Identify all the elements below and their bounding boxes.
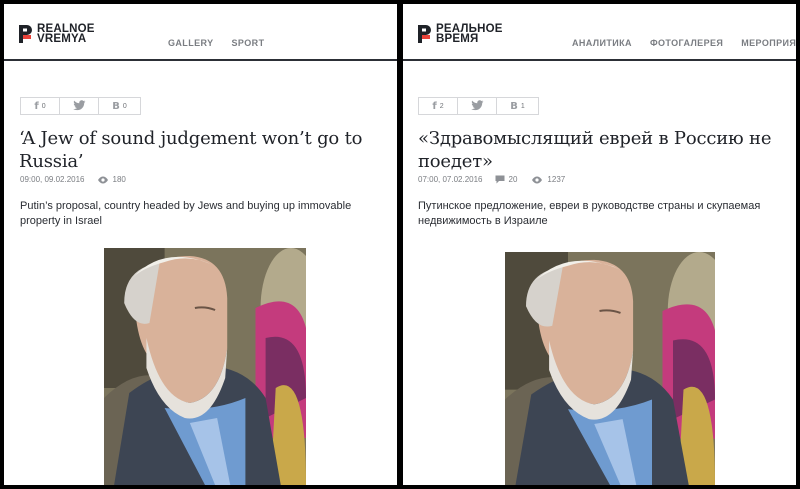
nav-item-gallery[interactable]: GALLERY: [168, 38, 213, 48]
twitter-icon: [72, 99, 86, 113]
article-headline: ‘A Jew of sound judgement won’t go to Ru…: [19, 128, 363, 172]
article-lead: Putin’s proposal, country headed by Jews…: [20, 200, 352, 227]
nav-item-sport[interactable]: SPORT: [231, 38, 264, 48]
site-header: REALNOE VREMYA GALLERY SPORT: [4, 4, 397, 61]
twitter-share-button[interactable]: [457, 97, 497, 115]
comments-count: 20: [508, 175, 518, 184]
vk-share-count: 0: [122, 102, 127, 110]
site-header: РЕАЛЬНОЕ ВРЕМЯ АНАЛИТИКА ФОТОГАЛЕРЕЯ МЕР…: [403, 4, 796, 61]
share-bar: f 0 B 0: [20, 97, 141, 115]
article-date: 09:00, 09.02.2016: [20, 175, 85, 184]
vk-share-button[interactable]: B 1: [496, 97, 539, 115]
facebook-icon: f: [34, 100, 39, 112]
main-nav: АНАЛИТИКА ФОТОГАЛЕРЕЯ МЕРОПРИЯТ: [572, 38, 796, 48]
logo-line2: ВРЕМЯ: [436, 33, 479, 45]
logo-mark-icon: [417, 24, 433, 44]
nav-item-photogallery[interactable]: ФОТОГАЛЕРЕЯ: [650, 38, 723, 48]
comments-stat[interactable]: 20: [495, 175, 518, 184]
nav-item-analytics[interactable]: АНАЛИТИКА: [572, 38, 632, 48]
twitter-icon: [470, 99, 484, 113]
vk-icon: B: [510, 100, 518, 112]
views-stat: 180: [97, 175, 126, 184]
comment-icon: [495, 175, 505, 184]
article-headline: «Здравомыслящий еврей в Россию не поедет…: [418, 128, 772, 172]
share-bar: f 2 B 1: [418, 97, 539, 115]
article-meta: 07:00, 07.02.2016 20 1237: [418, 175, 579, 184]
nav-item-events[interactable]: МЕРОПРИЯТ: [741, 38, 796, 48]
article-date: 07:00, 07.02.2016: [418, 175, 483, 184]
main-nav: GALLERY SPORT: [168, 38, 282, 48]
logo-line2: VREMYA: [37, 33, 87, 45]
views-count: 1237: [547, 175, 566, 184]
logo-mark-icon: [18, 24, 34, 44]
article-photo: [104, 248, 306, 485]
facebook-icon: f: [432, 100, 437, 112]
eye-icon: [97, 176, 108, 183]
article-panel-russian: РЕАЛЬНОЕ ВРЕМЯ АНАЛИТИКА ФОТОГАЛЕРЕЯ МЕР…: [403, 4, 796, 485]
article-lead: Путинское предложение, евреи в руководст…: [418, 200, 761, 227]
article-photo: [505, 252, 715, 485]
site-logo[interactable]: REALNOE VREMYA: [18, 23, 95, 45]
site-logo[interactable]: РЕАЛЬНОЕ ВРЕМЯ: [417, 23, 503, 45]
twitter-share-button[interactable]: [59, 97, 99, 115]
vk-icon: B: [112, 100, 120, 112]
facebook-share-button[interactable]: f 0: [20, 97, 60, 115]
facebook-share-count: 0: [41, 102, 46, 110]
views-stat: 1237: [531, 175, 565, 184]
facebook-share-button[interactable]: f 2: [418, 97, 458, 115]
article-meta: 09:00, 09.02.2016 180: [20, 175, 140, 184]
views-count: 180: [112, 175, 126, 184]
article-panel-english: REALNOE VREMYA GALLERY SPORT f 0 B 0 ‘A …: [4, 4, 397, 485]
vk-share-button[interactable]: B 0: [98, 97, 141, 115]
eye-icon: [532, 176, 543, 183]
vk-share-count: 1: [520, 102, 525, 110]
facebook-share-count: 2: [439, 102, 444, 110]
